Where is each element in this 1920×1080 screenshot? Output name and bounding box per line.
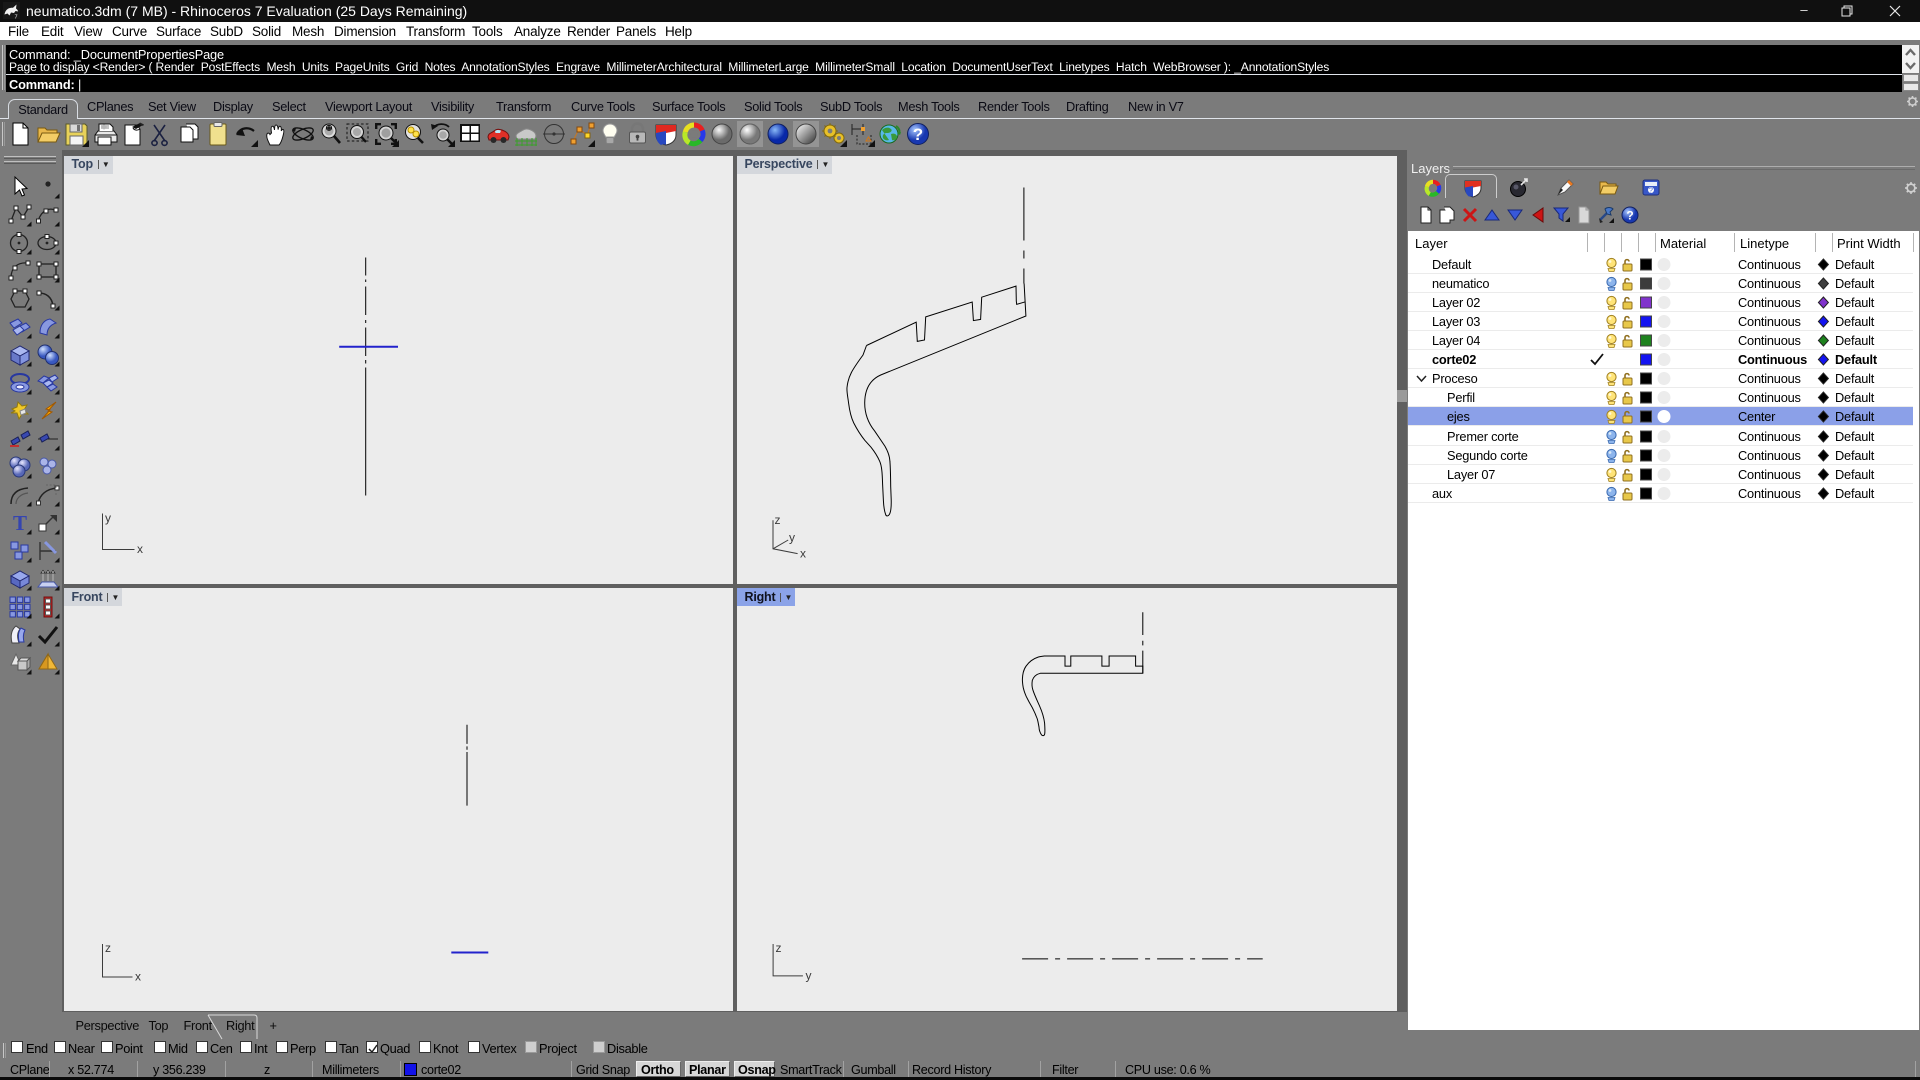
svg-text:x: x xyxy=(800,546,806,560)
svg-text:?: ? xyxy=(1626,209,1633,223)
svg-text:y: y xyxy=(805,969,811,983)
svg-text:7: 7 xyxy=(15,15,18,20)
svg-text:y: y xyxy=(789,530,795,544)
svg-text:?: ? xyxy=(913,125,923,144)
svg-text:z: z xyxy=(105,941,111,955)
svg-text:x: x xyxy=(137,542,143,556)
svg-text:?: ? xyxy=(1649,188,1653,195)
svg-text:x: x xyxy=(135,970,141,984)
svg-text:y: y xyxy=(105,511,111,525)
svg-text:z: z xyxy=(774,513,780,527)
svg-text:z: z xyxy=(775,941,781,955)
svg-text:T: T xyxy=(13,511,27,535)
